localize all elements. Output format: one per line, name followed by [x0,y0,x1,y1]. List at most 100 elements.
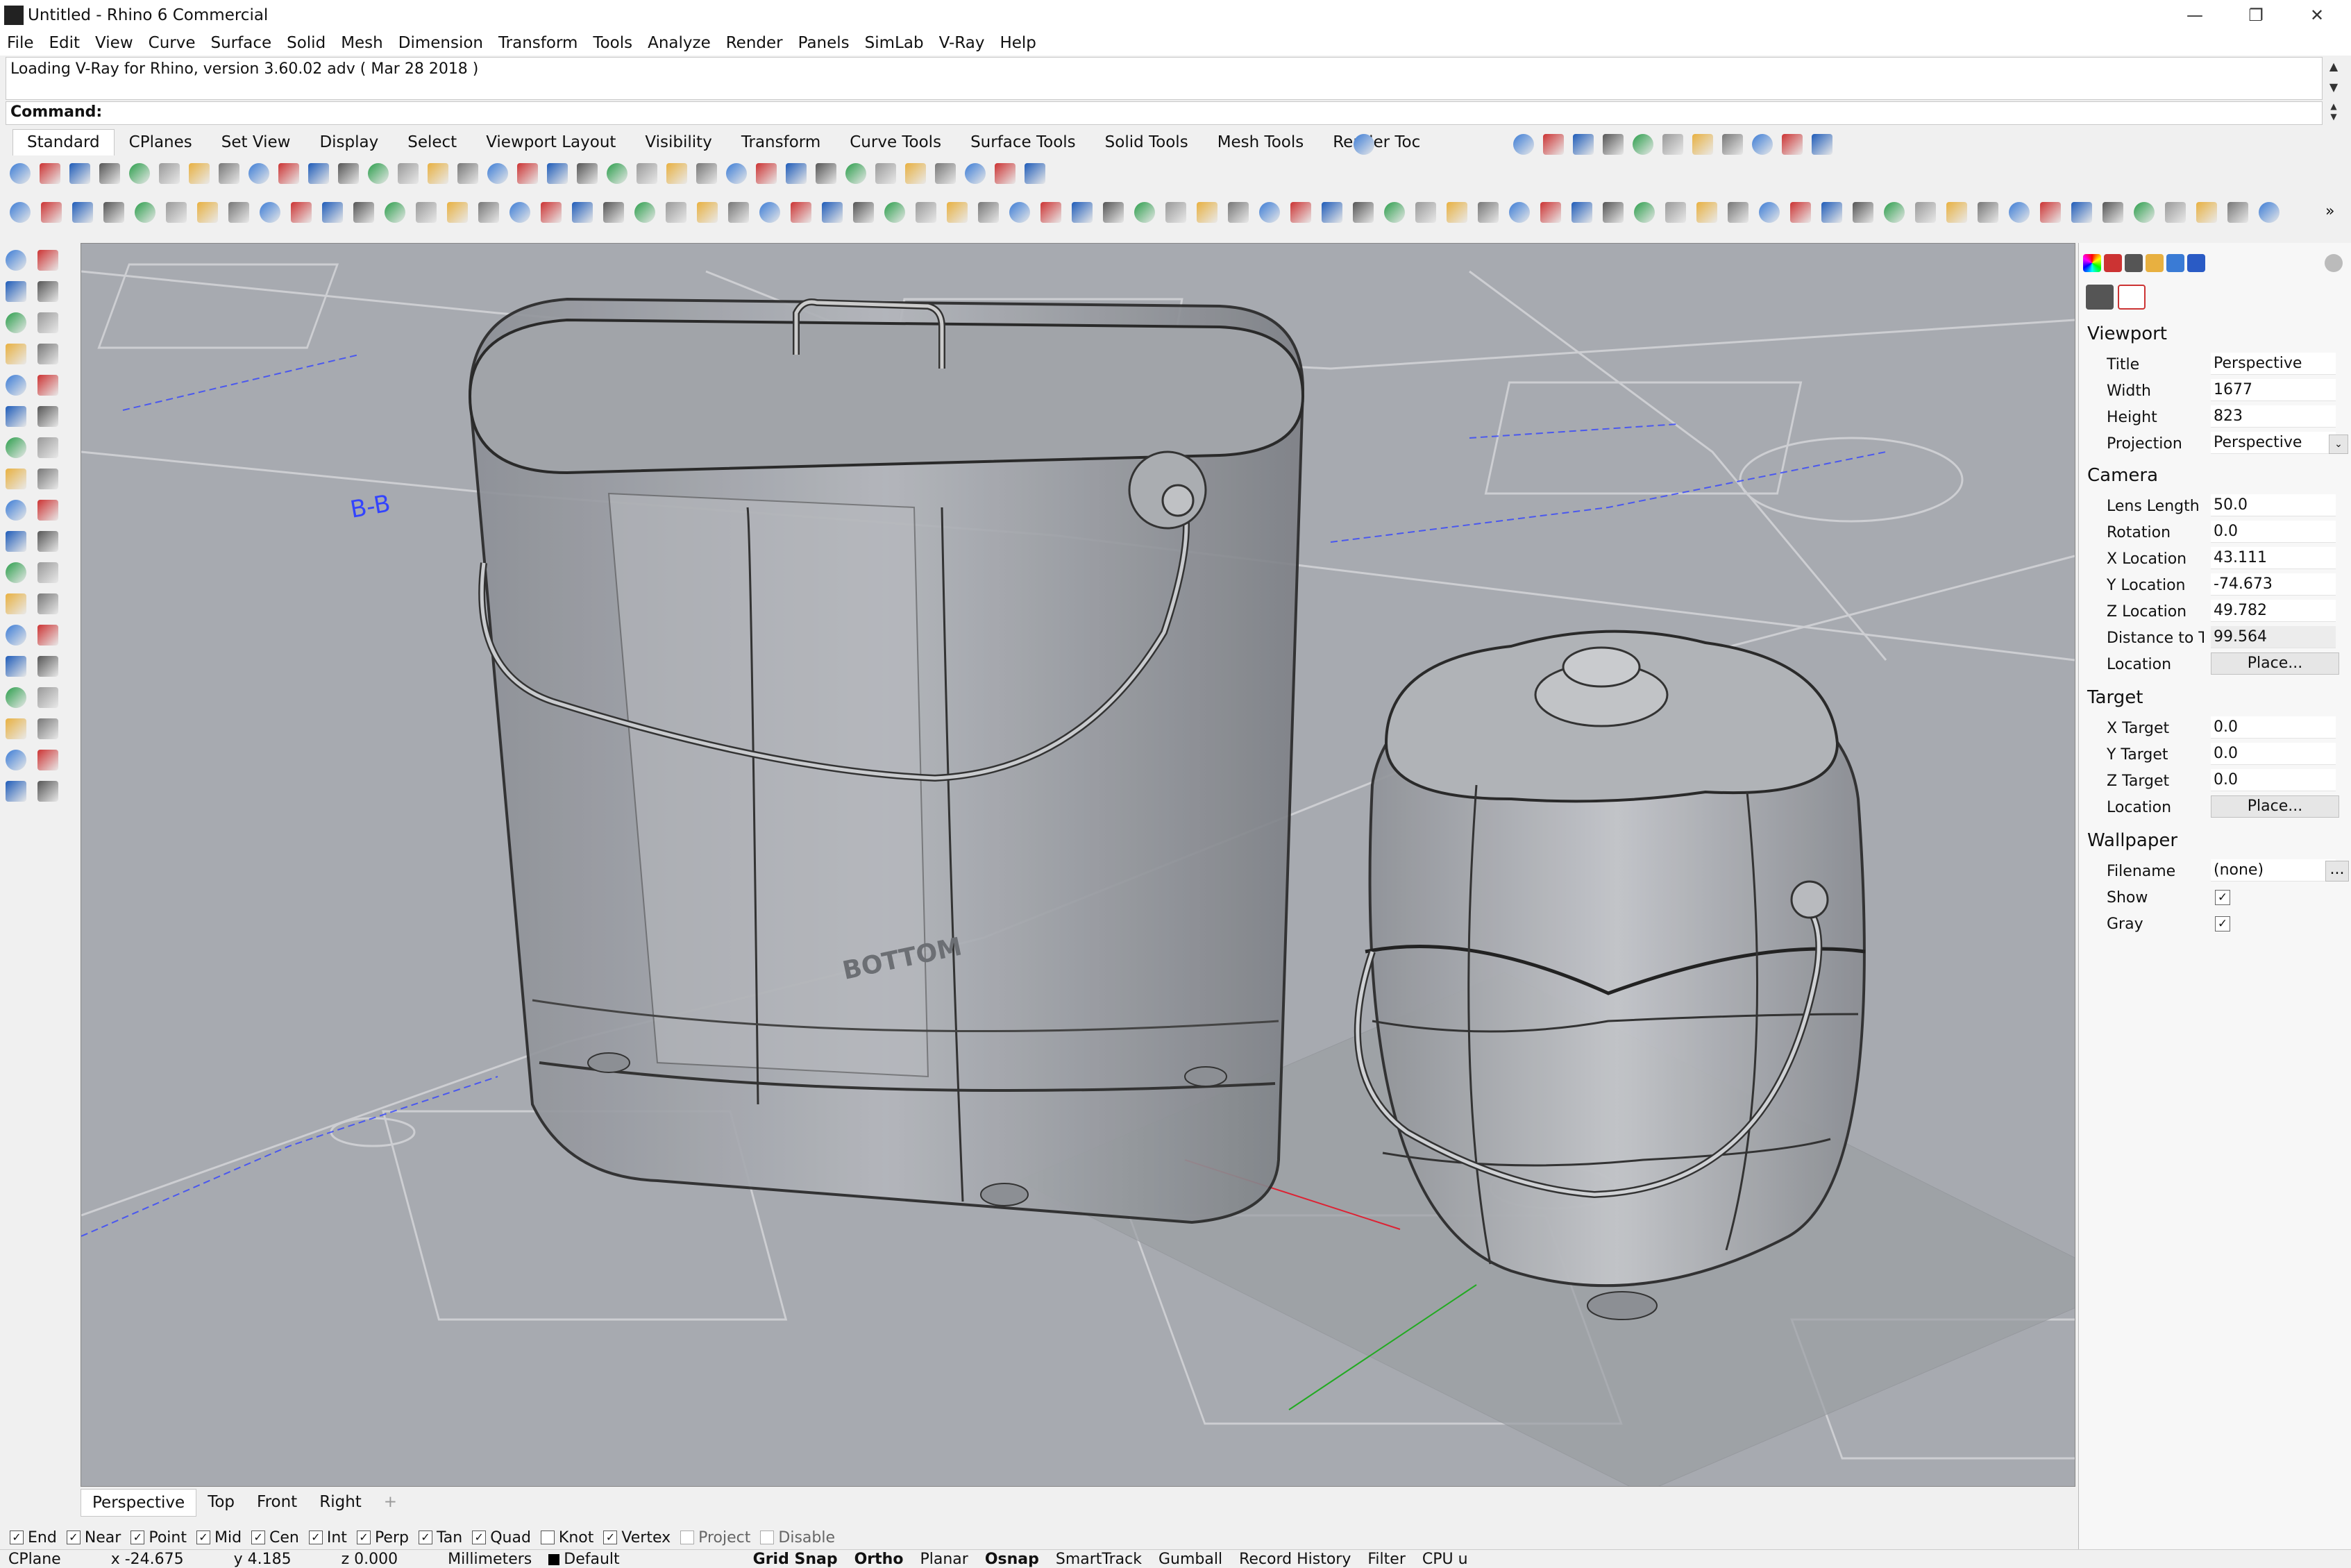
menu-file[interactable]: File [0,31,42,56]
tab-solid-tools[interactable]: Solid Tools [1090,129,1203,155]
toolrow2-tool-icon[interactable] [166,202,187,223]
toolrow2-tool-icon[interactable] [666,202,686,223]
toolrow2-tool-icon[interactable] [916,202,936,223]
record-history-toggle[interactable]: Record History [1231,1551,1359,1568]
toolrow2-tool-icon[interactable] [135,202,155,223]
toolrow2-tool-icon[interactable] [416,202,437,223]
sidetools-tool-icon[interactable] [37,750,58,770]
toolrow2-tool-icon[interactable] [728,202,749,223]
toolrow2-tool-icon[interactable] [572,202,593,223]
show-checkbox[interactable]: ✓ [2215,890,2230,905]
z-location-field[interactable]: 49.782 [2211,600,2336,622]
toolrow2-tool-icon[interactable] [1696,202,1717,223]
sidetools-tool-icon[interactable] [37,344,58,364]
toolrow2-tool-icon[interactable] [1322,202,1342,223]
tabsrow-extras2-tool-icon[interactable] [1782,134,1803,155]
material-icon[interactable] [2104,254,2122,272]
toolrow2-tool-icon[interactable] [2259,202,2280,223]
osnap-vertex-checkbox[interactable]: ✓ [603,1531,618,1544]
toolrow2-tool-icon[interactable] [541,202,562,223]
osnap-near[interactable]: ✓ Near [66,1529,121,1546]
toolrow1-tool-icon[interactable] [398,163,419,184]
osnap-int-checkbox[interactable]: ✓ [308,1531,323,1544]
toolrow2-tool-icon[interactable] [41,202,62,223]
toolrow1-tool-icon[interactable] [905,163,926,184]
sidetools-tool-icon[interactable] [37,375,58,396]
sidetools-tool-icon[interactable] [6,250,26,271]
layer-indicator[interactable]: Default [540,1551,627,1568]
toolrow2-tool-icon[interactable] [697,202,718,223]
sidetools-tool-icon[interactable] [37,656,58,677]
toolrow1-tool-icon[interactable] [457,163,478,184]
close-button[interactable]: ✕ [2288,0,2346,31]
sidetools-tool-icon[interactable] [37,781,58,802]
rotation-field[interactable]: 0.0 [2211,521,2336,543]
toolrow1-tool-icon[interactable] [1025,163,1045,184]
sidetools-tool-icon[interactable] [6,469,26,489]
tab-surface-tools[interactable]: Surface Tools [956,129,1090,155]
osnap-end[interactable]: ✓ End [10,1529,57,1546]
osnap-mid-checkbox[interactable]: ✓ [196,1531,210,1544]
osnap-quad[interactable]: ✓ Quad [472,1529,531,1546]
toolrow1-tool-icon[interactable] [40,163,60,184]
gear-icon[interactable] [2325,254,2343,272]
toolrow2-tool-icon[interactable] [260,202,280,223]
sidetools-tool-icon[interactable] [37,250,58,271]
toolrow2-tool-icon[interactable] [1571,202,1592,223]
menu-curve[interactable]: Curve [142,31,204,56]
sidetools-tool-icon[interactable] [37,593,58,614]
toolrow1-tool-icon[interactable] [248,163,269,184]
toolrow1-tool-icon[interactable] [159,163,180,184]
grid-snap-toggle[interactable]: Grid Snap [628,1551,846,1568]
toolrow2-tool-icon[interactable] [884,202,905,223]
tabsrow-extras2-tool-icon[interactable] [1543,134,1564,155]
tab-select[interactable]: Select [393,129,471,155]
toolrow2-tool-icon[interactable] [2165,202,2186,223]
toolrow1-tool-icon[interactable] [189,163,210,184]
menu-view[interactable]: View [88,31,142,56]
render-icon[interactable] [2125,254,2143,272]
toolrow2-tool-icon[interactable] [1134,202,1155,223]
filter-button[interactable]: Filter [1359,1551,1413,1568]
toolrow1-tool-icon[interactable] [278,163,299,184]
add-viewport-tab-button[interactable]: + [373,1489,408,1517]
osnap-quad-checkbox[interactable]: ✓ [472,1531,487,1544]
toolrow2-tool-icon[interactable] [353,202,374,223]
tabsrow-extras2-tool-icon[interactable] [1722,134,1743,155]
osnap-mid[interactable]: ✓ Mid [196,1529,242,1546]
osnap-project[interactable]: Project [680,1529,750,1546]
menu-vray[interactable]: V-Ray [932,31,993,56]
sidetools-tool-icon[interactable] [37,625,58,646]
toolrow2-tool-icon[interactable] [1103,202,1124,223]
toolrow2-tool-icon[interactable] [1353,202,1374,223]
units-label[interactable]: Millimeters [406,1551,540,1568]
toolrow1-tool-icon[interactable] [487,163,508,184]
toolrow2-tool-icon[interactable] [1415,202,1436,223]
tab-front[interactable]: Front [246,1489,308,1517]
camera-place-button[interactable]: Place... [2211,652,2339,675]
toolrow2-tool-icon[interactable] [385,202,405,223]
sidetools-tool-icon[interactable] [37,437,58,458]
toolrow2-tool-icon[interactable] [1228,202,1249,223]
sidetools-tool-icon[interactable] [6,375,26,396]
toolrow2-tool-icon[interactable] [603,202,624,223]
toolrow1-tool-icon[interactable] [995,163,1016,184]
toolrow2-tool-icon[interactable] [103,202,124,223]
menu-tools[interactable]: Tools [586,31,641,56]
sidetools-tool-icon[interactable] [6,406,26,427]
toolrow1-tool-icon[interactable] [845,163,866,184]
sidetools-tool-icon[interactable] [37,562,58,583]
height-field[interactable]: 823 [2211,405,2336,428]
toolrow2-tool-icon[interactable] [1978,202,1998,223]
sidetools-tool-icon[interactable] [37,500,58,521]
tabsrow-extras2-tool-icon[interactable] [1603,134,1624,155]
sidetools-tool-icon[interactable] [6,312,26,333]
command-input[interactable] [98,103,2315,123]
tabsrow-extras2-tool-icon[interactable] [1662,134,1683,155]
toolrow2-tool-icon[interactable] [2227,202,2248,223]
restore-button[interactable]: ❐ [2227,0,2285,31]
history-scroll-up-icon[interactable]: ▲ [2325,57,2342,76]
sidetools-tool-icon[interactable] [6,593,26,614]
toolrow2-tool-icon[interactable] [947,202,968,223]
toolrow1-tool-icon[interactable] [816,163,836,184]
